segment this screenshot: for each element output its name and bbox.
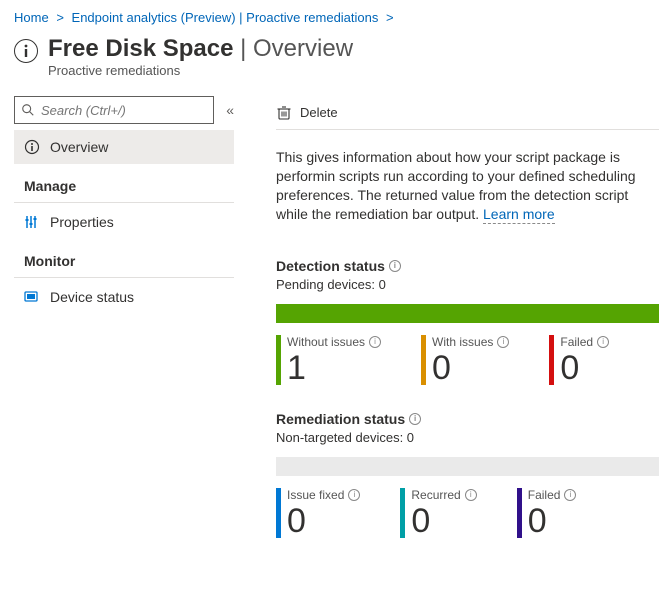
stat-value: 0 (432, 351, 509, 385)
sidebar-item-properties[interactable]: Properties (14, 205, 234, 239)
sidebar-item-label: Device status (50, 289, 134, 305)
stat-tick (421, 335, 426, 385)
content-area: Delete This gives information about how … (234, 96, 659, 538)
breadcrumb: Home > Endpoint analytics (Preview) | Pr… (0, 0, 659, 25)
page-subtitle: Proactive remediations (48, 63, 353, 78)
stat-tick (400, 488, 405, 538)
stat-label: With issuesi (432, 335, 509, 349)
stat-value: 0 (528, 504, 577, 538)
stat-card: Failedi 0 (549, 335, 609, 385)
stat-label: Recurredi (411, 488, 476, 502)
stat-card: Failedi 0 (517, 488, 577, 538)
search-icon (21, 103, 35, 117)
stat-label: Failedi (528, 488, 577, 502)
remediation-title: Remediation statusi (276, 411, 659, 427)
stat-label: Without issuesi (287, 335, 381, 349)
stat-value: 0 (560, 351, 609, 385)
search-box[interactable] (14, 96, 214, 124)
stat-card: With issuesi 0 (421, 335, 509, 385)
breadcrumb-home[interactable]: Home (14, 10, 49, 25)
remediation-bar (276, 457, 659, 476)
info-icon[interactable]: i (348, 489, 360, 501)
stat-label: Failedi (560, 335, 609, 349)
breadcrumb-sep: > (386, 10, 394, 25)
properties-icon (24, 214, 40, 230)
learn-more-link[interactable]: Learn more (483, 206, 555, 224)
info-icon[interactable]: i (465, 489, 477, 501)
info-icon (14, 39, 38, 63)
sidebar-item-label: Overview (50, 139, 108, 155)
intro-text: This gives information about how your sc… (276, 130, 659, 232)
page-header: Free Disk Space | Overview Proactive rem… (0, 25, 659, 82)
info-icon[interactable]: i (409, 413, 421, 425)
stat-card: Without issuesi 1 (276, 335, 381, 385)
stat-value: 1 (287, 351, 381, 385)
toolbar: Delete (276, 96, 659, 130)
delete-button[interactable]: Delete (276, 105, 338, 121)
collapse-icon[interactable]: « (226, 102, 234, 118)
detection-bar-fill (276, 304, 659, 323)
stat-card: Recurredi 0 (400, 488, 476, 538)
stat-tick (276, 488, 281, 538)
info-icon[interactable]: i (369, 336, 381, 348)
device-status-icon (24, 289, 40, 305)
info-icon[interactable]: i (597, 336, 609, 348)
detection-pending: Pending devices: 0 (276, 277, 659, 292)
remediation-nontarget: Non-targeted devices: 0 (276, 430, 659, 445)
breadcrumb-analytics[interactable]: Endpoint analytics (Preview) | Proactive… (72, 10, 379, 25)
info-icon[interactable]: i (497, 336, 509, 348)
stat-value: 0 (411, 504, 476, 538)
sidebar-item-overview[interactable]: Overview (14, 130, 234, 164)
search-input[interactable] (41, 103, 207, 118)
page-title: Free Disk Space | Overview (48, 35, 353, 63)
stat-tick (549, 335, 554, 385)
stat-tick (276, 335, 281, 385)
detection-bar (276, 304, 659, 323)
info-icon[interactable]: i (389, 260, 401, 272)
remediation-cards: Issue fixedi 0 Recurredi 0 Failedi 0 (276, 488, 659, 538)
stat-tick (517, 488, 522, 538)
sidebar-group-manage: Manage (14, 164, 234, 203)
sidebar-item-label: Properties (50, 214, 114, 230)
trash-icon (276, 105, 292, 121)
sidebar-group-monitor: Monitor (14, 239, 234, 278)
stat-value: 0 (287, 504, 360, 538)
delete-label: Delete (300, 105, 338, 120)
detection-cards: Without issuesi 1 With issuesi 0 Failedi 0 (276, 335, 659, 385)
sidebar-item-device-status[interactable]: Device status (14, 280, 234, 314)
sidebar: « Overview Manage Properties Monitor Dev… (14, 96, 234, 538)
overview-icon (24, 139, 40, 155)
breadcrumb-sep: > (56, 10, 64, 25)
detection-title: Detection statusi (276, 258, 659, 274)
stat-label: Issue fixedi (287, 488, 360, 502)
stat-card: Issue fixedi 0 (276, 488, 360, 538)
info-icon[interactable]: i (564, 489, 576, 501)
